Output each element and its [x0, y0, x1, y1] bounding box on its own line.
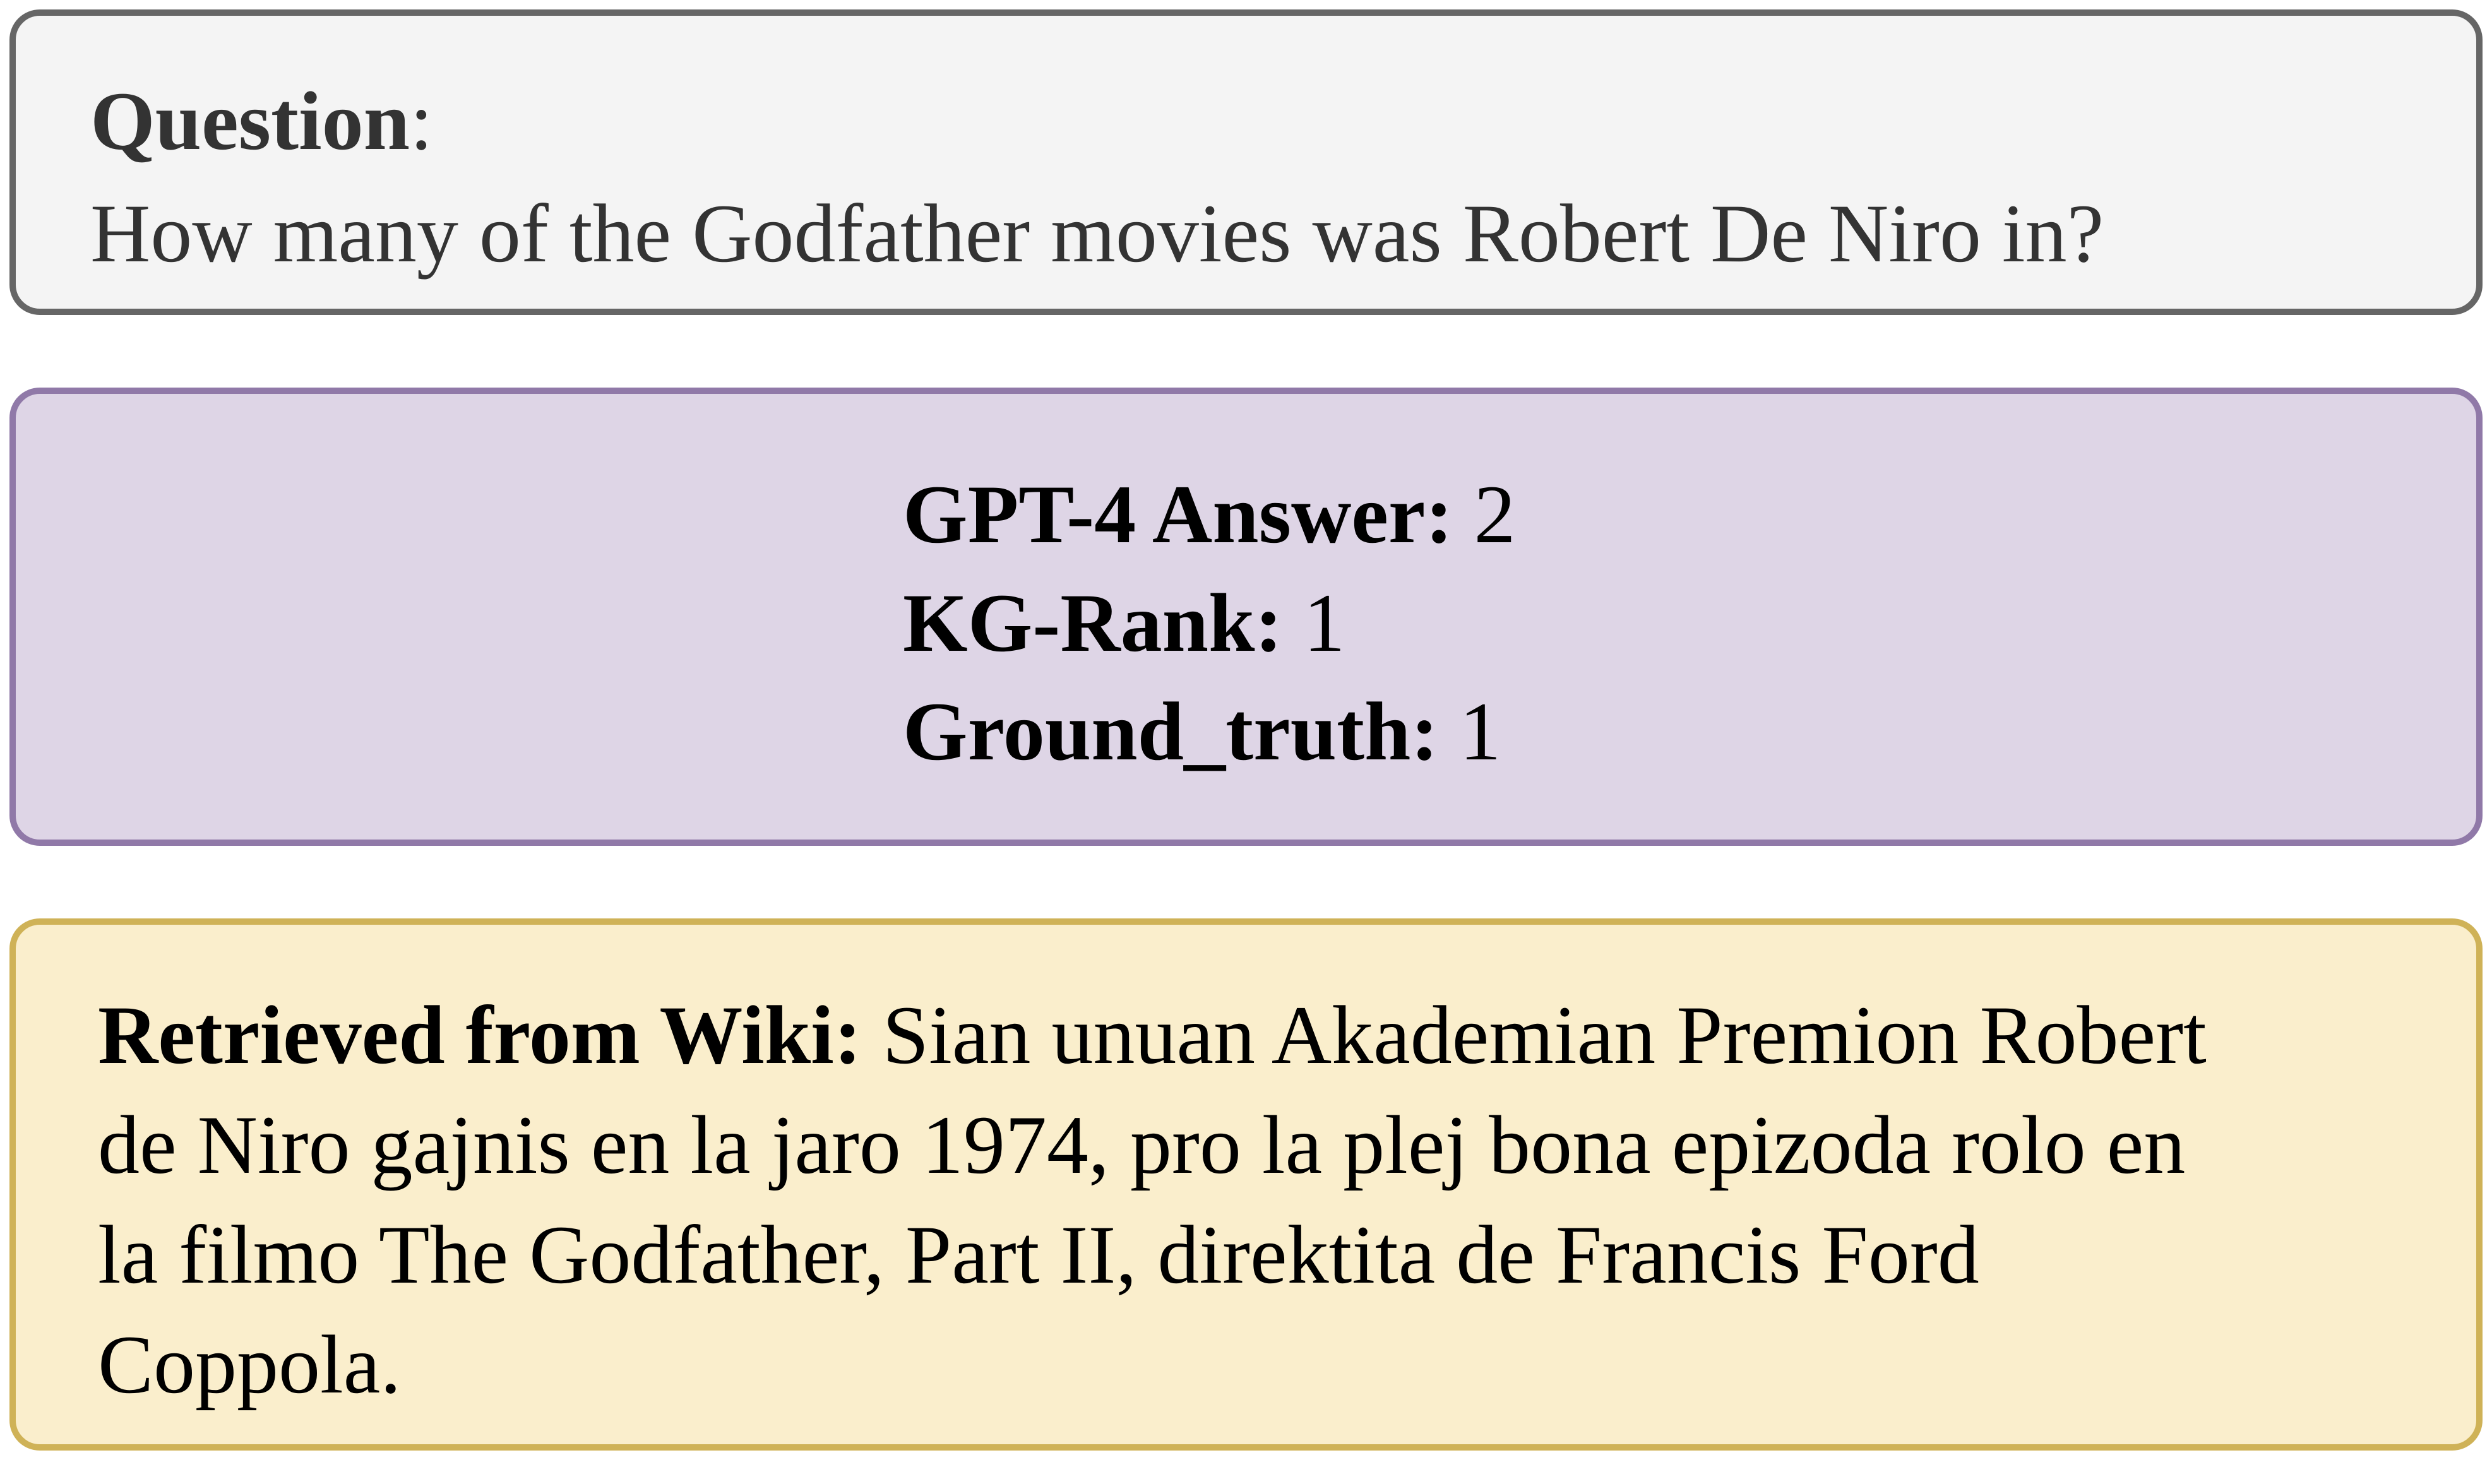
question-colon: : [410, 74, 433, 167]
wiki-passage: Retrieved from Wiki: Sian unuan Akademia… [98, 980, 2447, 1420]
question-label: Question [90, 74, 410, 167]
wiki-label: Retrieved from Wiki: [98, 988, 862, 1081]
ground-truth-label: Ground_truth: [903, 685, 1439, 778]
question-panel: Question: How many of the Godfather movi… [9, 9, 2483, 315]
kg-rank-label: KG-Rank: [903, 576, 1283, 669]
kg-rank-value: 1 [1303, 576, 1345, 669]
answer-panel: GPT-4 Answer: 2 KG-Rank: 1 Ground_truth:… [9, 388, 2483, 846]
gpt4-answer-label: GPT-4 Answer: [903, 468, 1453, 561]
ground-truth-row: Ground_truth: 1 [903, 677, 1515, 786]
wiki-line-2: de Niro gajnis en la jaro 1974, pro la p… [98, 1098, 2186, 1191]
question-text: How many of the Godfather movies was Rob… [90, 187, 2104, 280]
wiki-line-3: la filmo The Godfather, Part II, direkti… [98, 1208, 1979, 1301]
wiki-panel: Retrieved from Wiki: Sian unuan Akademia… [9, 918, 2483, 1451]
wiki-line-4: Coppola. [98, 1318, 402, 1411]
gpt4-answer-row: GPT-4 Answer: 2 [903, 460, 1515, 569]
question-heading: Question: [90, 68, 433, 175]
kg-rank-row: KG-Rank: 1 [903, 569, 1515, 677]
answer-list: GPT-4 Answer: 2 KG-Rank: 1 Ground_truth:… [903, 460, 1515, 786]
gpt4-answer-value: 2 [1474, 468, 1516, 561]
wiki-line-1: Retrieved from Wiki: Sian unuan Akademia… [98, 980, 2447, 1090]
wiki-line-1-text: Sian unuan Akademian Premion Robert [882, 988, 2207, 1081]
ground-truth-value: 1 [1459, 685, 1501, 778]
